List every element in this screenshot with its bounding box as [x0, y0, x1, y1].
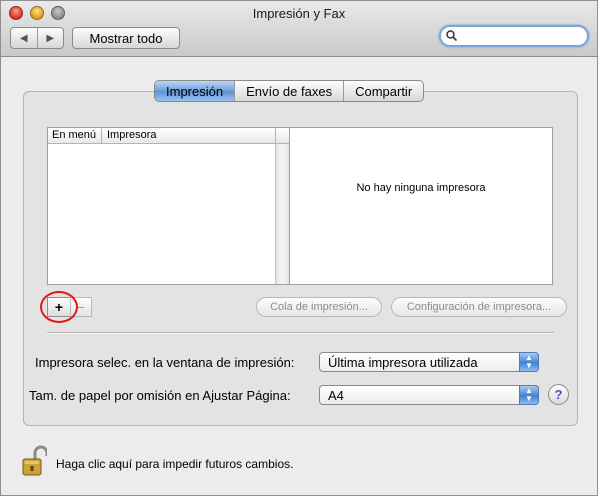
printer-list-scrollbar[interactable] — [275, 144, 289, 284]
lock-message[interactable]: Haga clic aquí para impedir futuros camb… — [56, 457, 293, 471]
printer-list-header: En menú Impresora — [48, 128, 275, 144]
tab-bar: Impresión Envío de faxes Compartir — [154, 80, 425, 102]
column-header-in-menu[interactable]: En menú — [48, 128, 102, 143]
selected-printer-popup[interactable]: Última impresora utilizada ▲ ▼ — [319, 352, 539, 372]
search-icon — [446, 29, 458, 44]
no-printer-message: No hay ninguna impresora — [356, 182, 486, 194]
paper-size-value: A4 — [328, 388, 344, 403]
paper-size-popup[interactable]: A4 ▲ ▼ — [319, 385, 539, 405]
popup-arrows-icon: ▲ ▼ — [519, 352, 539, 372]
window-title: Impresión y Fax — [252, 6, 346, 21]
title-toolbar: Impresión y Fax ◀ ▶ Mostrar todo — [1, 1, 597, 57]
lock-icon[interactable] — [21, 445, 49, 477]
tab-sharing[interactable]: Compartir — [343, 81, 423, 101]
separator — [47, 332, 554, 334]
print-queue-button[interactable]: Cola de impresión... — [256, 297, 382, 317]
printer-detail-pane: No hay ninguna impresora — [289, 127, 553, 285]
selected-printer-value: Última impresora utilizada — [328, 355, 478, 370]
show-all-button[interactable]: Mostrar todo — [72, 27, 180, 49]
preferences-window: Impresión y Fax ◀ ▶ Mostrar todo Impresi… — [0, 0, 598, 496]
help-button[interactable]: ? — [548, 384, 569, 405]
tab-faxing[interactable]: Envío de faxes — [234, 81, 343, 101]
popup-arrows-icon: ▲ ▼ — [519, 385, 539, 405]
back-arrow-icon[interactable]: ◀ — [11, 28, 37, 48]
printer-list[interactable]: En menú Impresora — [47, 127, 290, 285]
column-header-printer[interactable]: Impresora — [102, 128, 157, 143]
header-corner — [275, 128, 289, 144]
navigation-buttons: ◀ ▶ — [10, 27, 64, 49]
forward-arrow-icon[interactable]: ▶ — [36, 28, 64, 48]
selected-printer-label: Impresora selec. en la ventana de impres… — [35, 355, 295, 370]
paper-size-label: Tam. de papel por omisión en Ajustar Pág… — [29, 388, 291, 403]
tab-printing[interactable]: Impresión — [155, 81, 235, 101]
search-field[interactable] — [439, 25, 589, 47]
search-input[interactable] — [461, 28, 581, 44]
printer-setup-button[interactable]: Configuración de impresora... — [391, 297, 567, 317]
highlight-annotation-circle — [40, 291, 78, 323]
